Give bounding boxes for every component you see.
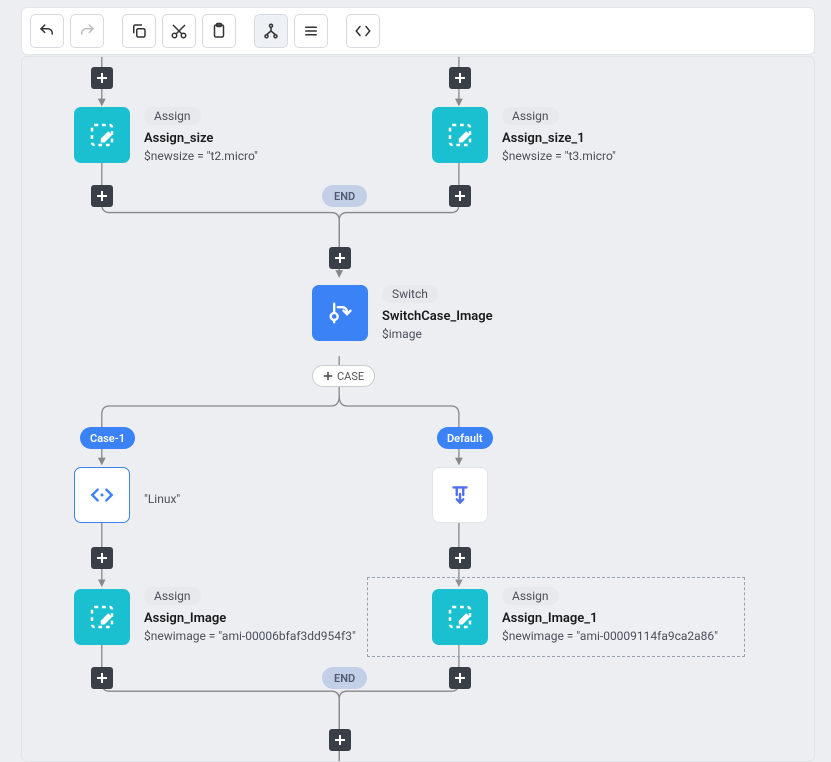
add-case-button[interactable]: CASE bbox=[312, 365, 375, 387]
node-title: Assign_size bbox=[144, 131, 258, 146]
node-sub: $newimage = "ami-00006bfaf3dd954f3" bbox=[144, 629, 356, 643]
workflow-canvas[interactable]: Assign Assign_size $newsize = "t2.micro"… bbox=[21, 56, 815, 762]
case-value: "Linux" bbox=[144, 489, 180, 506]
cut-button[interactable] bbox=[162, 14, 196, 48]
node-details: Assign Assign_Image $newimage = "ami-000… bbox=[144, 587, 356, 643]
node-type-chip: Assign bbox=[502, 107, 559, 125]
node-title: Assign_Image_1 bbox=[502, 611, 718, 626]
node-title: Assign_size_1 bbox=[502, 131, 616, 146]
undo-button[interactable] bbox=[30, 14, 64, 48]
add-node-button[interactable] bbox=[329, 247, 351, 269]
node-title: Assign_Image bbox=[144, 611, 356, 626]
add-node-button[interactable] bbox=[91, 547, 113, 569]
add-node-button[interactable] bbox=[91, 667, 113, 689]
switch-node[interactable] bbox=[312, 285, 368, 341]
case-label[interactable]: Case-1 bbox=[80, 427, 135, 449]
default-label[interactable]: Default bbox=[437, 427, 493, 449]
case-condition-node[interactable] bbox=[74, 467, 130, 523]
assign-node[interactable] bbox=[74, 589, 130, 645]
node-type-chip: Assign bbox=[502, 587, 559, 605]
code-view-button[interactable] bbox=[346, 14, 380, 48]
assign-node[interactable] bbox=[432, 589, 488, 645]
node-type-chip: Assign bbox=[144, 107, 201, 125]
node-sub: $image bbox=[382, 327, 493, 341]
node-sub: $newimage = "ami-00009114fa9ca2a86" bbox=[502, 629, 718, 643]
end-label: END bbox=[322, 185, 367, 207]
node-type-chip: Switch bbox=[382, 285, 438, 303]
add-node-button[interactable] bbox=[449, 667, 471, 689]
node-sub: $newsize = "t2.micro" bbox=[144, 149, 258, 163]
add-node-button[interactable] bbox=[449, 547, 471, 569]
node-details: Switch SwitchCase_Image $image bbox=[382, 285, 493, 341]
add-node-button[interactable] bbox=[91, 67, 113, 89]
node-type-chip: Assign bbox=[144, 587, 201, 605]
node-details: Assign Assign_Image_1 $newimage = "ami-0… bbox=[502, 587, 718, 643]
case-value-text: "Linux" bbox=[144, 492, 180, 506]
copy-button[interactable] bbox=[122, 14, 156, 48]
default-node[interactable] bbox=[432, 467, 488, 523]
assign-node[interactable] bbox=[74, 107, 130, 163]
paste-button[interactable] bbox=[202, 14, 236, 48]
end-label: END bbox=[322, 667, 367, 689]
node-title: SwitchCase_Image bbox=[382, 309, 493, 324]
add-node-button[interactable] bbox=[329, 729, 351, 751]
tree-view-button[interactable] bbox=[254, 14, 288, 48]
list-view-button[interactable] bbox=[294, 14, 328, 48]
node-details: Assign Assign_size_1 $newsize = "t3.micr… bbox=[502, 107, 616, 163]
add-node-button[interactable] bbox=[91, 185, 113, 207]
node-sub: $newsize = "t3.micro" bbox=[502, 149, 616, 163]
node-details: Assign Assign_size $newsize = "t2.micro" bbox=[144, 107, 258, 163]
add-node-button[interactable] bbox=[449, 185, 471, 207]
redo-button[interactable] bbox=[70, 14, 104, 48]
add-node-button[interactable] bbox=[449, 67, 471, 89]
assign-node[interactable] bbox=[432, 107, 488, 163]
toolbar bbox=[21, 7, 815, 55]
